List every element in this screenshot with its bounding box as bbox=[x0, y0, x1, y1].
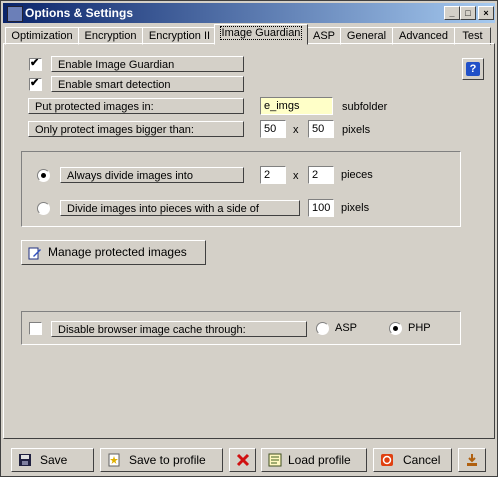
load-document-icon bbox=[268, 453, 282, 467]
min-size-unit: pixels bbox=[342, 124, 371, 136]
min-size-times: x bbox=[293, 124, 299, 136]
help-button[interactable]: ? bbox=[462, 58, 484, 80]
load-profile-button[interactable]: Load profile bbox=[261, 448, 367, 472]
disable-cache-label: Disable browser image cache through: bbox=[51, 321, 307, 337]
pieces-times: x bbox=[293, 170, 299, 182]
folder-input[interactable]: e_imgs bbox=[260, 97, 333, 115]
help-icon: ? bbox=[466, 62, 480, 76]
smart-detection-label: Enable smart detection bbox=[51, 76, 244, 92]
pieces-b-input[interactable]: 2 bbox=[308, 166, 334, 184]
star-document-icon bbox=[108, 453, 120, 467]
min-width-input[interactable]: 50 bbox=[260, 120, 286, 138]
check-mark-icon: ✔ bbox=[30, 77, 40, 89]
enable-image-guardian-checkbox[interactable]: ✔ bbox=[29, 57, 42, 71]
maximize-button[interactable]: □ bbox=[460, 6, 476, 20]
options-window: Options & Settings _ □ × Optimization En… bbox=[0, 0, 498, 477]
check-mark-icon: ✔ bbox=[30, 57, 40, 69]
tab-image-guardian[interactable]: Image Guardian bbox=[214, 24, 308, 45]
minimize-button[interactable]: _ bbox=[444, 6, 460, 20]
side-value-input[interactable]: 100 bbox=[308, 199, 334, 217]
disable-cache-checkbox[interactable] bbox=[29, 322, 42, 335]
cancel-button[interactable]: Cancel bbox=[373, 448, 452, 472]
pieces-unit: pieces bbox=[341, 169, 373, 181]
red-x-icon bbox=[236, 453, 250, 467]
folder-label: Put protected images in: bbox=[28, 98, 244, 114]
side-divide-label: Divide images into pieces with a side of bbox=[60, 200, 300, 216]
asp-radio[interactable] bbox=[316, 322, 329, 335]
always-divide-label: Always divide images into bbox=[60, 167, 244, 183]
min-height-input[interactable]: 50 bbox=[308, 120, 334, 138]
min-size-label: Only protect images bigger than: bbox=[28, 121, 244, 137]
floppy-disk-icon bbox=[19, 454, 31, 466]
extra-button[interactable] bbox=[458, 448, 486, 472]
app-icon bbox=[7, 6, 23, 22]
close-button[interactable]: × bbox=[478, 6, 494, 20]
enable-image-guardian-label: Enable Image Guardian bbox=[51, 56, 244, 72]
edit-document-icon bbox=[28, 247, 41, 260]
asp-label: ASP bbox=[335, 322, 358, 334]
save-to-profile-button[interactable]: Save to profile bbox=[100, 448, 223, 472]
always-divide-radio[interactable] bbox=[37, 169, 50, 182]
smart-detection-checkbox[interactable]: ✔ bbox=[29, 77, 42, 91]
side-unit: pixels bbox=[341, 202, 370, 214]
window-title: Options & Settings bbox=[25, 6, 133, 20]
title-bar: Options & Settings _ □ × bbox=[3, 3, 495, 23]
php-radio[interactable] bbox=[389, 322, 402, 335]
download-icon bbox=[467, 454, 477, 466]
php-label: PHP bbox=[408, 322, 431, 334]
stop-icon bbox=[381, 454, 393, 466]
save-button[interactable]: Save bbox=[11, 448, 94, 472]
delete-profile-button[interactable] bbox=[229, 448, 256, 472]
subfolder-text: subfolder bbox=[342, 101, 388, 113]
side-divide-radio[interactable] bbox=[37, 202, 50, 215]
manage-images-button[interactable]: Manage protected images bbox=[21, 240, 206, 265]
pieces-a-input[interactable]: 2 bbox=[260, 166, 286, 184]
tab-strip: Optimization Encryption Encryption II Im… bbox=[3, 24, 497, 45]
